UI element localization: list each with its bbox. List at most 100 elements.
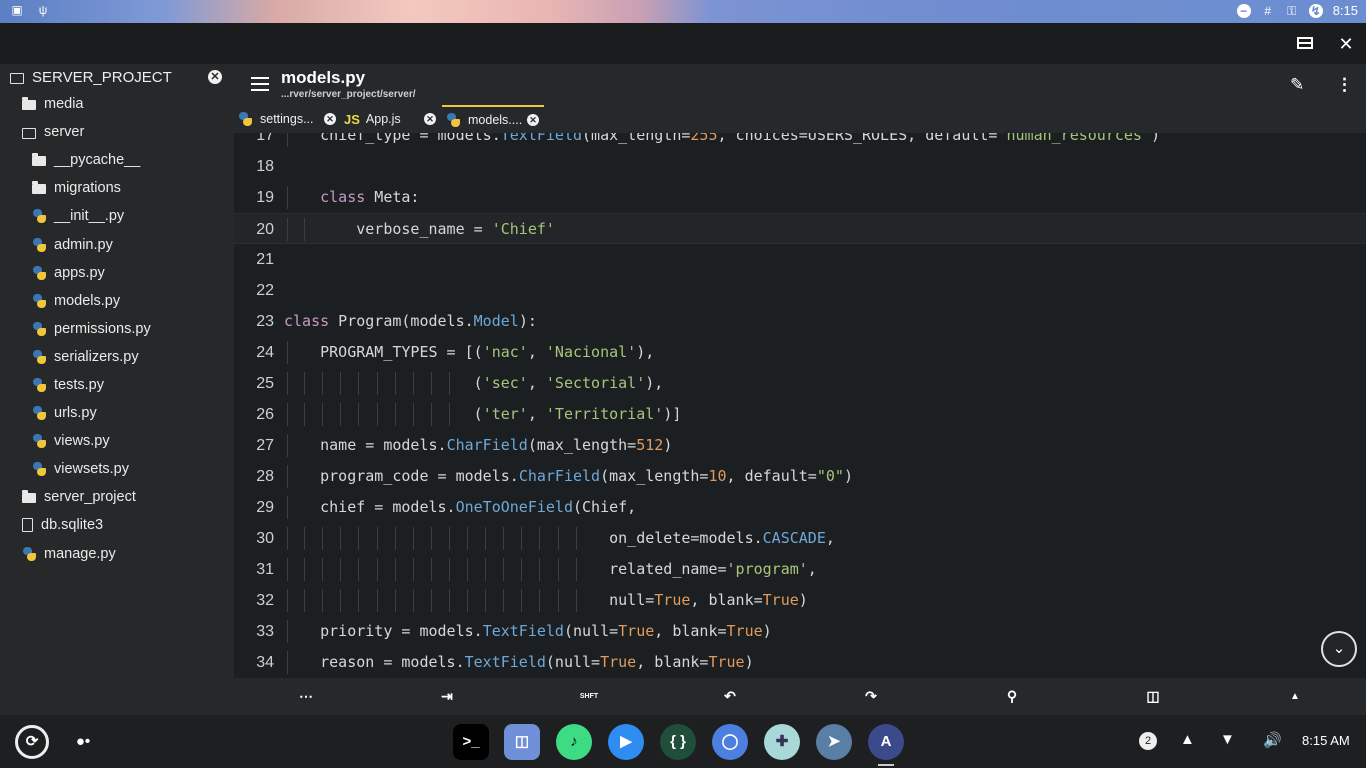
tree-item-label: manage.py	[44, 545, 116, 562]
close-project-icon[interactable]: ✕	[208, 70, 222, 84]
python-icon	[32, 377, 46, 392]
tree-item-label: serializers.py	[54, 348, 139, 365]
scroll-down-button[interactable]: ⌄	[1321, 631, 1357, 667]
acode-app[interactable]: A	[868, 724, 904, 760]
tab-models[interactable]: models.... ✕	[442, 105, 544, 133]
tree-item[interactable]: views.py	[0, 427, 234, 455]
player-app[interactable]: ▶	[608, 724, 644, 760]
pin-icon[interactable]: ▲	[1180, 731, 1195, 748]
close-tab-icon[interactable]: ✕	[527, 114, 539, 126]
terminal-app[interactable]: >_	[453, 724, 489, 760]
tree-item-label: urls.py	[54, 405, 97, 422]
chromium-app[interactable]: ◯	[712, 724, 748, 760]
tab-key-icon[interactable]: ⇥	[432, 678, 462, 715]
js-icon: JS	[344, 111, 360, 127]
tree-item[interactable]: models.py	[0, 287, 234, 315]
edit-pencil-icon[interactable]: ✎	[1290, 75, 1304, 95]
line-number: 26	[256, 406, 274, 423]
tree-item[interactable]: admin.py	[0, 230, 234, 258]
tree-item[interactable]: db.sqlite3	[0, 511, 234, 539]
undo-icon[interactable]: ↶	[715, 678, 745, 715]
search-icon[interactable]: ⚲	[997, 678, 1027, 715]
editor-header: models.py ...rver/server_project/server/…	[234, 64, 1366, 105]
editor-tabs: settings... ✕ JS App.js ✕ models.... ✕	[234, 105, 1366, 133]
line-number: 24	[256, 344, 274, 361]
tree-item[interactable]: server_project	[0, 483, 234, 511]
launcher-icon[interactable]: ⟳	[15, 725, 49, 759]
close-tab-icon[interactable]: ✕	[424, 113, 436, 125]
code-line: 33 priority = models.TextField(null=True…	[234, 616, 1366, 647]
code-editor[interactable]: 17 chief_type = models.TextField(max_len…	[234, 133, 1366, 678]
volume-icon[interactable]: 🔊	[1263, 731, 1282, 749]
code-line: 28 program_code = models.CharField(max_l…	[234, 461, 1366, 492]
tree-item[interactable]: serializers.py	[0, 343, 234, 371]
tree-item[interactable]: __pycache__	[0, 146, 234, 174]
code-line: 19 class Meta:	[234, 182, 1366, 213]
code-line: 21	[234, 244, 1366, 275]
tree-item[interactable]: __init__.py	[0, 202, 234, 230]
game-app[interactable]: ✚	[764, 724, 800, 760]
telegram-app[interactable]: ➤	[816, 724, 852, 760]
more-vert-icon[interactable]: ⋮	[1336, 75, 1353, 95]
code-text: verbose_name = 'Chief'	[284, 220, 555, 238]
line-number: 30	[256, 530, 274, 547]
code-text: chief = models.OneToOneField(Chief,	[284, 498, 637, 516]
code-text: PROGRAM_TYPES = [('nac', 'Nacional'),	[284, 343, 655, 361]
taskbar-clock[interactable]: 8:15 AM	[1302, 733, 1350, 748]
tab-app-js[interactable]: JS App.js ✕	[344, 105, 440, 133]
status-bar: ▣ ψ − # ⚿ ↯ 8:15	[0, 0, 1366, 23]
line-number: 21	[256, 251, 274, 268]
tree-item[interactable]: migrations	[0, 174, 234, 202]
python-icon	[32, 462, 46, 477]
code-line: 34 reason = models.TextField(null=True, …	[234, 647, 1366, 678]
menu-icon[interactable]	[251, 77, 269, 91]
code-text: priority = models.TextField(null=True, b…	[284, 622, 772, 640]
more-horiz-icon[interactable]: ⋯	[291, 678, 321, 715]
tree-item[interactable]: urls.py	[0, 399, 234, 427]
tree-item-label: media	[44, 96, 84, 113]
tree-item-label: permissions.py	[54, 320, 151, 337]
line-number: 20	[256, 221, 274, 238]
python-icon	[32, 434, 46, 449]
notification-count-badge[interactable]: 2	[1139, 732, 1157, 750]
python-icon	[32, 349, 46, 364]
file-title: models.py	[281, 68, 366, 87]
tree-item[interactable]: manage.py	[0, 540, 234, 568]
music-app[interactable]: ♪	[556, 724, 592, 760]
android-dev-app[interactable]: { }	[660, 724, 696, 760]
code-text: ('ter', 'Territorial')]	[284, 405, 682, 423]
code-line: 18	[234, 151, 1366, 182]
tree-item[interactable]: server	[0, 118, 234, 146]
python-icon	[32, 209, 46, 224]
line-number: 17	[256, 133, 274, 144]
shift-key-button[interactable]: SHFT	[574, 678, 604, 715]
code-line: 30 on_delete=models.CASCADE,	[234, 523, 1366, 554]
wifi-off-icon[interactable]: ▼	[1220, 731, 1235, 748]
close-tab-icon[interactable]: ✕	[324, 113, 336, 125]
tree-item[interactable]: media	[0, 90, 234, 118]
tree-item[interactable]: tests.py	[0, 371, 234, 399]
restore-icon[interactable]	[1294, 33, 1316, 55]
close-icon[interactable]: ✕	[1335, 33, 1357, 55]
python-icon	[32, 406, 46, 421]
save-icon[interactable]: ◫	[1138, 678, 1168, 715]
tree-item[interactable]: apps.py	[0, 259, 234, 287]
code-line: 22	[234, 275, 1366, 306]
assistant-icon[interactable]: ●•	[65, 724, 101, 760]
taskbar: ⟳ ●• >_ ◫ ♪ ▶ { } ◯ ✚ ➤ A 2 ▲ ▼ 🔊 8:15 A…	[0, 715, 1366, 768]
project-header[interactable]: SERVER_PROJECT ✕	[0, 64, 234, 90]
usb-icon: ψ	[38, 3, 48, 17]
python-icon	[22, 546, 36, 561]
code-text: program_code = models.CharField(max_leng…	[284, 467, 853, 485]
expand-up-icon[interactable]: ▲	[1280, 678, 1310, 715]
redo-icon[interactable]: ↷	[856, 678, 886, 715]
folder-icon	[32, 153, 46, 167]
tree-item[interactable]: viewsets.py	[0, 455, 234, 483]
file-icon	[22, 518, 33, 533]
files-app[interactable]: ◫	[504, 724, 540, 760]
tab-settings[interactable]: settings... ✕	[238, 105, 338, 133]
tree-item-label: tests.py	[54, 376, 104, 393]
python-icon	[32, 293, 46, 308]
tree-item[interactable]: permissions.py	[0, 315, 234, 343]
project-name: SERVER_PROJECT	[32, 68, 172, 86]
